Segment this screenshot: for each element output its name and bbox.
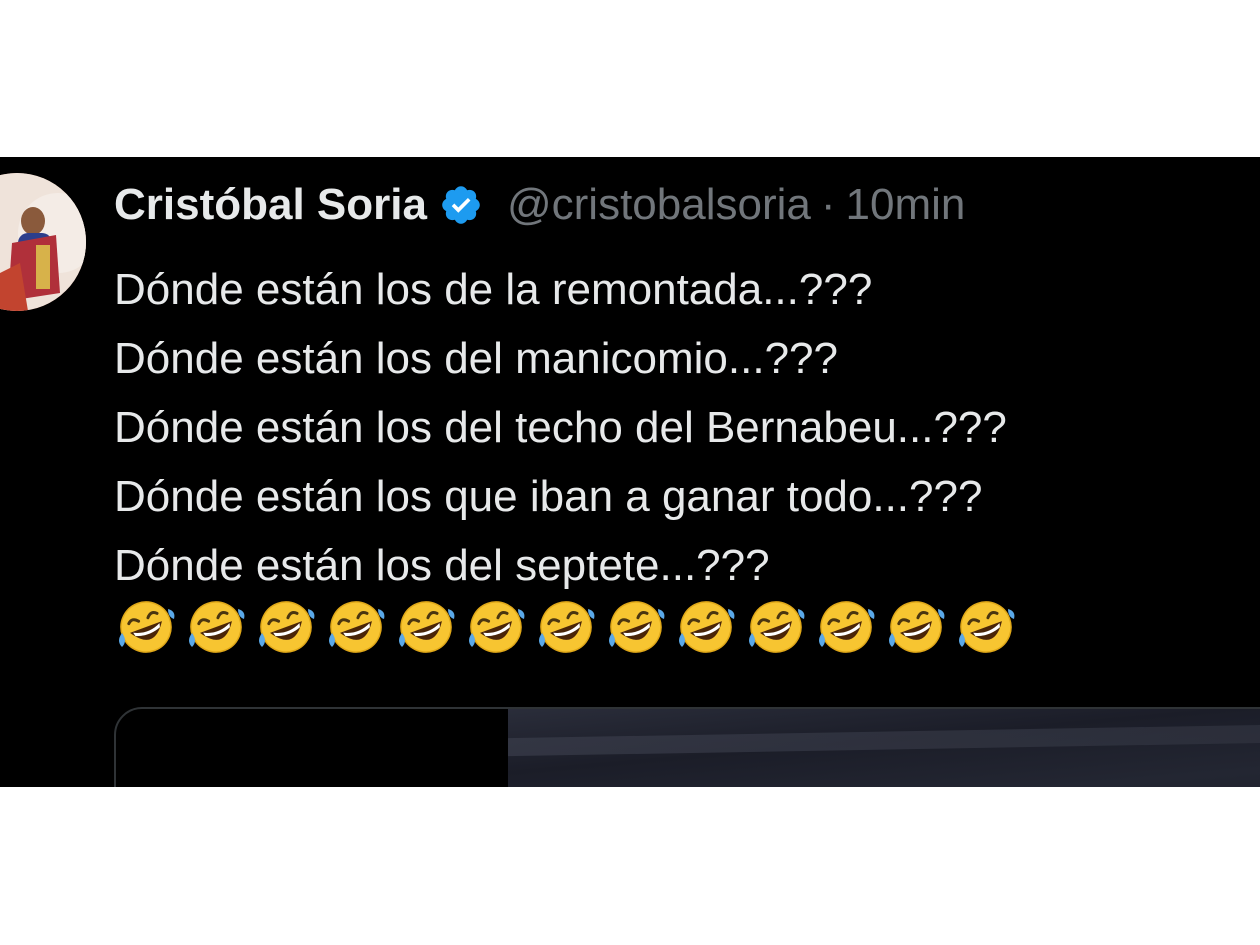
tweet-line: Dónde están los de la remontada...??? — [114, 265, 873, 314]
author-name[interactable]: Cristóbal Soria — [114, 180, 427, 230]
rolling-on-the-floor-laughing-icon — [746, 597, 806, 657]
timestamp[interactable]: 10min — [846, 180, 966, 230]
tweet-text: Dónde están los de la remontada...??? Dó… — [114, 255, 1234, 600]
tweet-line: Dónde están los que iban a ganar todo...… — [114, 472, 983, 521]
avatar[interactable] — [0, 173, 86, 311]
rolling-on-the-floor-laughing-icon — [116, 597, 176, 657]
page: Cristóbal Soria @cristobalsoria · 10min … — [0, 0, 1260, 945]
media-stripe — [508, 723, 1260, 757]
rolling-on-the-floor-laughing-icon — [186, 597, 246, 657]
emoji-row — [116, 597, 1016, 657]
rolling-on-the-floor-laughing-icon — [886, 597, 946, 657]
verified-badge-icon — [439, 183, 483, 227]
media-image[interactable] — [508, 709, 1260, 787]
tweet-line: Dónde están los del techo del Bernabeu..… — [114, 403, 1007, 452]
media-card[interactable] — [114, 707, 1260, 787]
rolling-on-the-floor-laughing-icon — [396, 597, 456, 657]
tweet-header: Cristóbal Soria @cristobalsoria · 10min — [114, 177, 965, 233]
rolling-on-the-floor-laughing-icon — [956, 597, 1016, 657]
rolling-on-the-floor-laughing-icon — [326, 597, 386, 657]
tweet-card[interactable]: Cristóbal Soria @cristobalsoria · 10min … — [0, 157, 1260, 787]
rolling-on-the-floor-laughing-icon — [466, 597, 526, 657]
tweet-line: Dónde están los del manicomio...??? — [114, 334, 838, 383]
rolling-on-the-floor-laughing-icon — [536, 597, 596, 657]
rolling-on-the-floor-laughing-icon — [676, 597, 736, 657]
rolling-on-the-floor-laughing-icon — [256, 597, 316, 657]
author-handle[interactable]: @cristobalsoria — [507, 180, 811, 230]
tweet-line: Dónde están los del septete...??? — [114, 541, 770, 590]
rolling-on-the-floor-laughing-icon — [606, 597, 666, 657]
rolling-on-the-floor-laughing-icon — [816, 597, 876, 657]
separator-dot: · — [820, 180, 836, 229]
